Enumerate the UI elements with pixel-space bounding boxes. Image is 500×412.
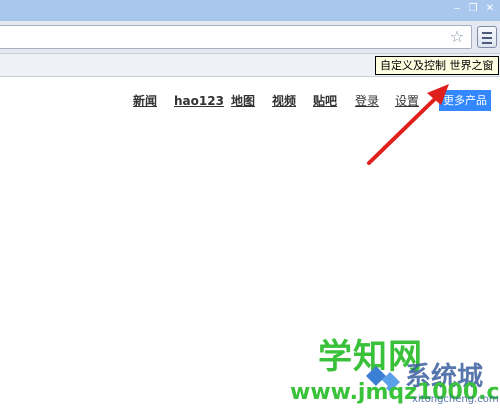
watermark-domain: xitongcheng.com [412, 394, 499, 405]
red-arrow-annotation [367, 84, 449, 165]
browser-window: ‒ ❐ ✕ ☆ 自定义及控制 世界之窗 新闻 hao123 地图 视频 贴吧 登… [0, 0, 500, 412]
arrow-shaft [367, 91, 443, 165]
